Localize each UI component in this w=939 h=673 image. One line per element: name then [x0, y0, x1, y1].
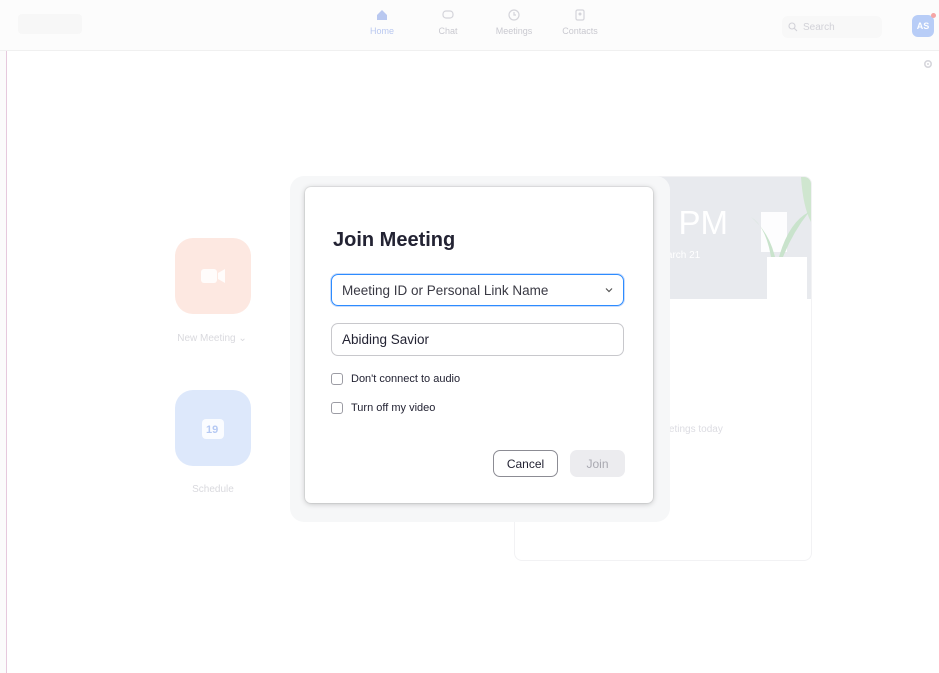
main-nav: Home Chat Meetings Contacts	[360, 8, 602, 48]
nav-contacts[interactable]: Contacts	[558, 8, 602, 48]
audio-option-label: Don't connect to audio	[351, 373, 461, 385]
dialog-title: Join Meeting	[333, 229, 456, 251]
new-meeting-label: New Meeting ⌄	[177, 333, 247, 344]
gear-icon[interactable]	[922, 58, 934, 70]
nav-chat[interactable]: Chat	[426, 8, 470, 48]
search-icon	[788, 22, 798, 32]
clock-icon	[508, 9, 520, 21]
chat-icon	[442, 10, 454, 19]
calendar-day: 19	[206, 424, 219, 436]
turn-off-video-option[interactable]: Turn off my video	[331, 402, 435, 414]
schedule-label: Schedule	[192, 484, 234, 495]
audio-checkbox[interactable]	[331, 373, 343, 385]
video-checkbox[interactable]	[331, 402, 343, 414]
top-bar: Home Chat Meetings Contacts Search AS	[0, 0, 939, 51]
plant-illustration	[751, 177, 811, 299]
nav-contacts-label: Contacts	[562, 26, 598, 36]
avatar[interactable]: AS	[912, 13, 936, 37]
new-meeting-button[interactable]	[175, 238, 251, 314]
schedule-button[interactable]: 19	[175, 390, 251, 466]
meeting-id-placeholder: Meeting ID or Personal Link Name	[342, 282, 549, 298]
home-icon	[377, 10, 387, 20]
notification-dot	[931, 13, 936, 18]
nav-chat-label: Chat	[438, 26, 458, 36]
dont-connect-audio-option[interactable]: Don't connect to audio	[331, 373, 460, 385]
nav-home[interactable]: Home	[360, 8, 404, 48]
meeting-id-combobox[interactable]: Meeting ID or Personal Link Name	[331, 274, 624, 306]
video-camera-icon	[201, 269, 225, 283]
window-edge	[6, 0, 7, 673]
window-controls[interactable]	[18, 14, 82, 34]
nav-meetings-label: Meetings	[495, 26, 533, 36]
search-box[interactable]: Search	[782, 16, 882, 38]
join-meeting-dialog: Join Meeting Meeting ID or Personal Link…	[305, 187, 653, 503]
nav-meetings[interactable]: Meetings	[492, 8, 536, 48]
search-placeholder: Search	[803, 21, 835, 33]
join-button[interactable]: Join	[570, 450, 625, 477]
cancel-button[interactable]: Cancel	[493, 450, 558, 477]
video-option-label: Turn off my video	[351, 402, 436, 414]
avatar-initials: AS	[916, 21, 930, 31]
name-input[interactable]	[331, 323, 624, 356]
chevron-down-icon[interactable]	[605, 287, 613, 293]
zoom-app-window: Home Chat Meetings Contacts Search AS Ne…	[0, 0, 939, 673]
contacts-icon	[575, 9, 585, 21]
nav-home-label: Home	[369, 26, 394, 36]
